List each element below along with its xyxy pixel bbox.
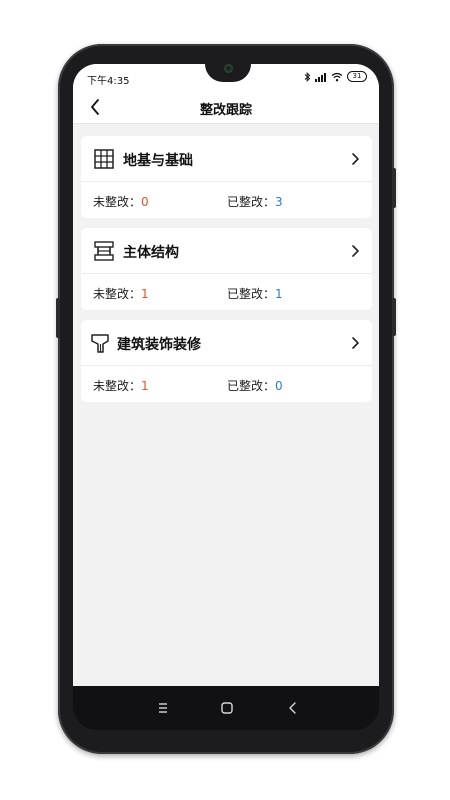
- pending-count: 1: [141, 379, 149, 393]
- category-card[interactable]: 建筑装饰装修 未整改：1 已整改：0: [81, 320, 372, 402]
- done-count: 3: [275, 195, 283, 209]
- page-title: 整改跟踪: [199, 103, 252, 118]
- done-stat: 已整改：0: [227, 377, 283, 394]
- card-title: 主体结构: [123, 245, 179, 261]
- screen: 下午4:35 31 整改跟踪 地基与基础 未整改：0 已整改：3 主体结构 未整…: [73, 64, 379, 686]
- card-stats: 未整改：0 已整改：3: [81, 182, 372, 218]
- nav-bar: 整改跟踪: [73, 90, 379, 124]
- status-icons: 31: [304, 71, 367, 82]
- pending-count: 0: [141, 195, 149, 209]
- done-count: 0: [275, 379, 283, 393]
- card-title: 地基与基础: [123, 153, 193, 169]
- front-camera: [224, 64, 233, 73]
- done-label: 已整改：: [227, 195, 276, 209]
- category-card[interactable]: 地基与基础 未整改：0 已整改：3: [81, 136, 372, 218]
- card-stats: 未整改：1 已整改：0: [81, 366, 372, 402]
- bluetooth-icon: [304, 71, 311, 82]
- grid-icon: [94, 149, 114, 169]
- chevron-right-icon: [352, 245, 359, 257]
- pending-label: 未整改：: [93, 287, 142, 301]
- pending-stat: 未整改：0: [93, 193, 149, 210]
- done-label: 已整改：: [227, 287, 276, 301]
- home-icon[interactable]: [219, 700, 235, 716]
- chevron-right-icon: [352, 337, 359, 349]
- pending-count: 1: [141, 287, 149, 301]
- pending-stat: 未整改：1: [93, 377, 149, 394]
- pending-stat: 未整改：1: [93, 285, 149, 302]
- status-time: 下午4:35: [87, 76, 130, 87]
- pending-label: 未整改：: [93, 379, 142, 393]
- done-stat: 已整改：1: [227, 285, 283, 302]
- done-stat: 已整改：3: [227, 193, 283, 210]
- card-title: 建筑装饰装修: [117, 337, 201, 353]
- structure-icon: [94, 241, 114, 261]
- card-stats: 未整改：1 已整改：1: [81, 274, 372, 310]
- chevron-right-icon: [352, 153, 359, 165]
- signal-icon: [315, 72, 326, 82]
- done-label: 已整改：: [227, 379, 276, 393]
- back-nav-icon[interactable]: [285, 700, 301, 716]
- menu-icon[interactable]: [155, 700, 171, 716]
- battery-icon: 31: [347, 71, 367, 82]
- side-key: [56, 298, 60, 338]
- power-button: [392, 168, 396, 208]
- card-header[interactable]: 地基与基础: [81, 136, 372, 182]
- pending-label: 未整改：: [93, 195, 142, 209]
- done-count: 1: [275, 287, 283, 301]
- card-header[interactable]: 主体结构: [81, 228, 372, 274]
- wifi-icon: [331, 72, 343, 81]
- system-nav-bar: [73, 686, 379, 730]
- category-card[interactable]: 主体结构 未整改：1 已整改：1: [81, 228, 372, 310]
- volume-button: [392, 298, 396, 336]
- brush-icon: [91, 334, 109, 353]
- card-header[interactable]: 建筑装饰装修: [81, 320, 372, 366]
